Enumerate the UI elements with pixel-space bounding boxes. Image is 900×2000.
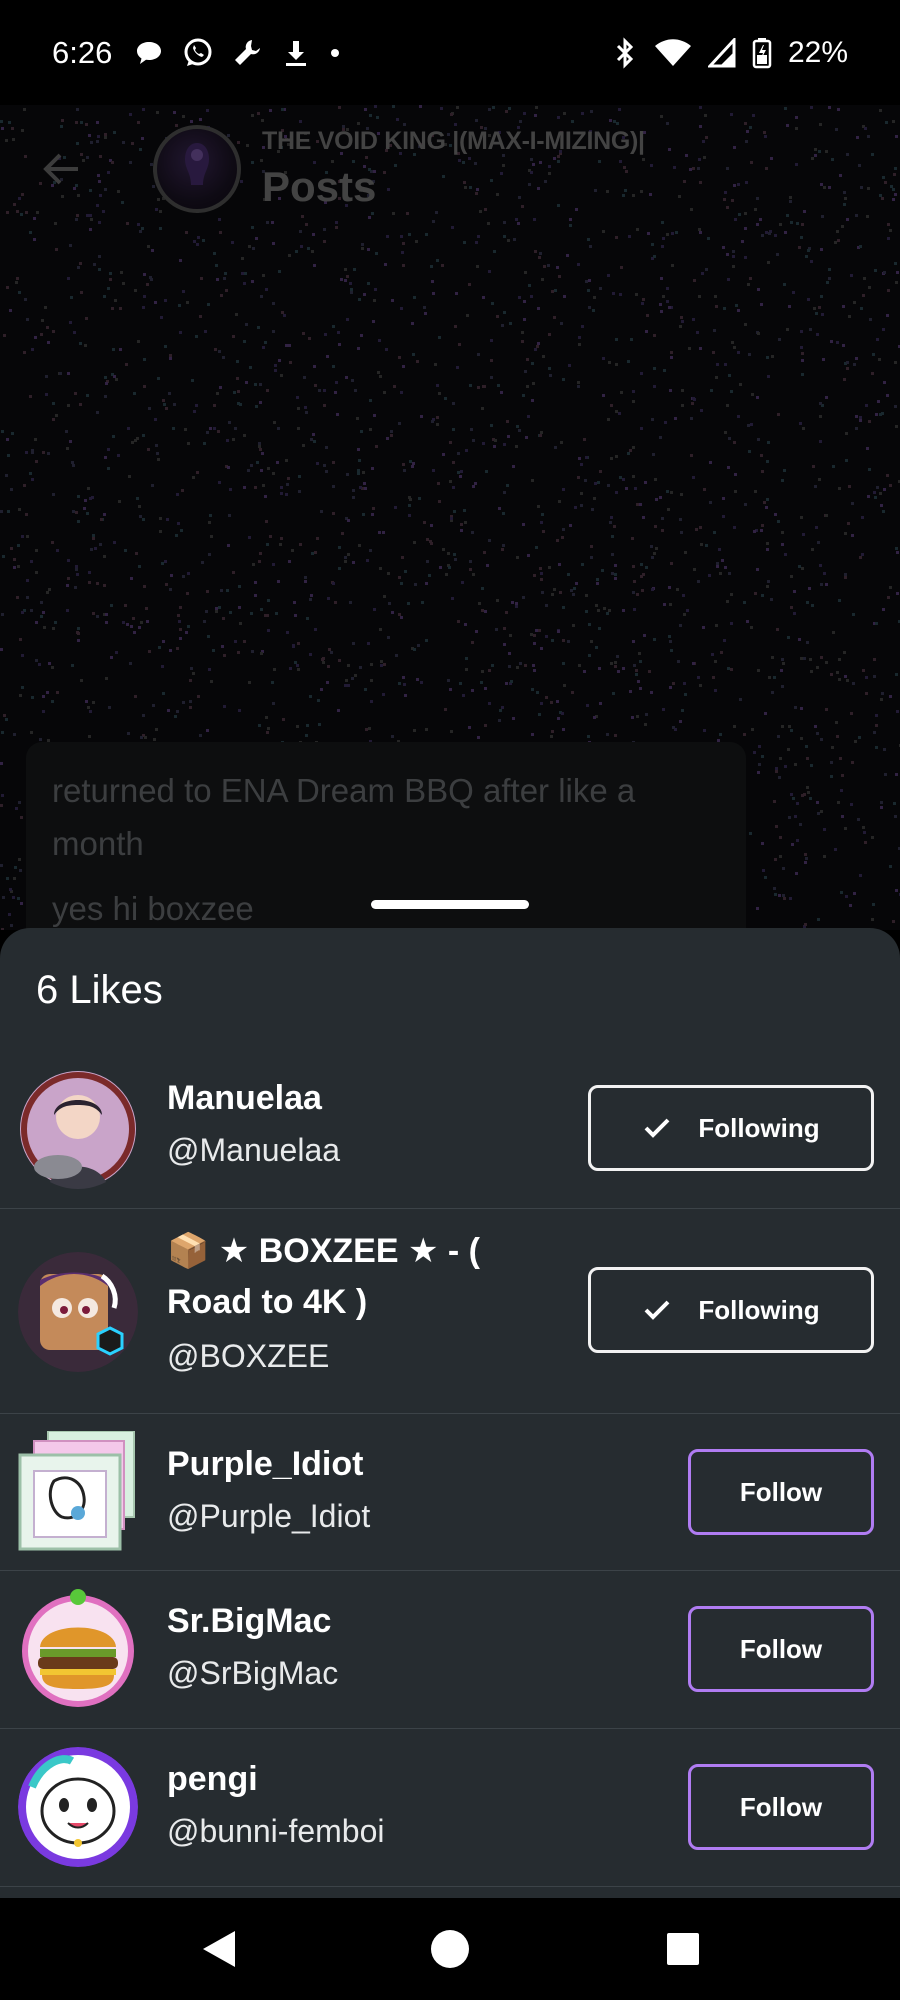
likes-list: Manuelaa @Manuelaa Following 📦 ★ BOXZEE … [0,1049,900,1887]
nav-back-icon[interactable] [196,1926,242,1972]
check-icon [642,1113,672,1143]
following-button-label: Following [698,1112,820,1143]
chat-bubble-icon [134,38,164,68]
list-item[interactable]: Purple_Idiot @Purple_Idiot Follow [0,1414,900,1571]
battery-percent: 22% [787,35,848,69]
sheet-drag-handle[interactable] [371,900,529,909]
status-time: 6:26 [52,34,113,70]
likes-sheet: 6 Likes Manuelaa @Manuelaa Following 📦 ★… [0,928,900,1898]
follow-button[interactable]: Follow [688,1764,874,1850]
download-icon [282,38,310,68]
user-name[interactable]: Sr.BigMac [167,1596,567,1647]
battery-icon [752,37,772,69]
status-bar: 6:26 22% [0,0,900,105]
list-item[interactable]: 📦 ★ BOXZEE ★ - ( Road to 4K ) @BOXZEE Fo… [0,1209,900,1414]
background-screen: THE VOID KING |(MAX-I-MIZING)| Posts ret… [0,105,900,930]
list-item[interactable]: pengi @bunni-femboi Follow [0,1729,900,1887]
user-name[interactable]: 📦 ★ BOXZEE ★ - ( Road to 4K ) [167,1226,567,1328]
follow-button-label: Follow [739,1791,823,1822]
check-icon [642,1295,672,1325]
system-nav-bar [0,1898,900,2000]
whatsapp-icon [182,37,214,69]
follow-button[interactable]: Follow [688,1449,874,1535]
following-button-label: Following [698,1294,820,1325]
likes-count-title: 6 Likes [36,968,163,1012]
list-item[interactable]: Sr.BigMac @SrBigMac Follow [0,1571,900,1729]
follow-button-label: Follow [739,1633,823,1664]
following-button[interactable]: Following [588,1267,874,1353]
avatar[interactable] [18,1069,138,1189]
list-item[interactable]: Manuelaa @Manuelaa Following [0,1049,900,1209]
avatar[interactable] [18,1589,138,1709]
user-handle[interactable]: @bunni-femboi [167,1813,384,1850]
signal-icon [707,37,736,68]
user-name[interactable]: pengi [167,1754,567,1805]
scrim[interactable] [0,105,900,930]
wifi-icon [654,38,692,68]
following-button[interactable]: Following [588,1085,874,1171]
dot-icon [328,46,342,60]
user-name[interactable]: Manuelaa [167,1073,567,1124]
user-handle[interactable]: @SrBigMac [167,1655,338,1692]
user-handle[interactable]: @Manuelaa [167,1132,340,1169]
nav-recents-icon[interactable] [660,1926,706,1972]
user-name[interactable]: Purple_Idiot [167,1439,567,1490]
nav-home-icon[interactable] [427,1926,473,1972]
user-handle[interactable]: @Purple_Idiot [167,1498,370,1535]
follow-button-label: Follow [739,1476,823,1507]
follow-button[interactable]: Follow [688,1606,874,1692]
bluetooth-icon [612,36,638,69]
avatar[interactable] [18,1747,138,1867]
wrench-icon [232,37,264,69]
avatar[interactable] [18,1431,138,1551]
user-handle[interactable]: @BOXZEE [167,1338,329,1375]
avatar[interactable] [18,1252,138,1372]
